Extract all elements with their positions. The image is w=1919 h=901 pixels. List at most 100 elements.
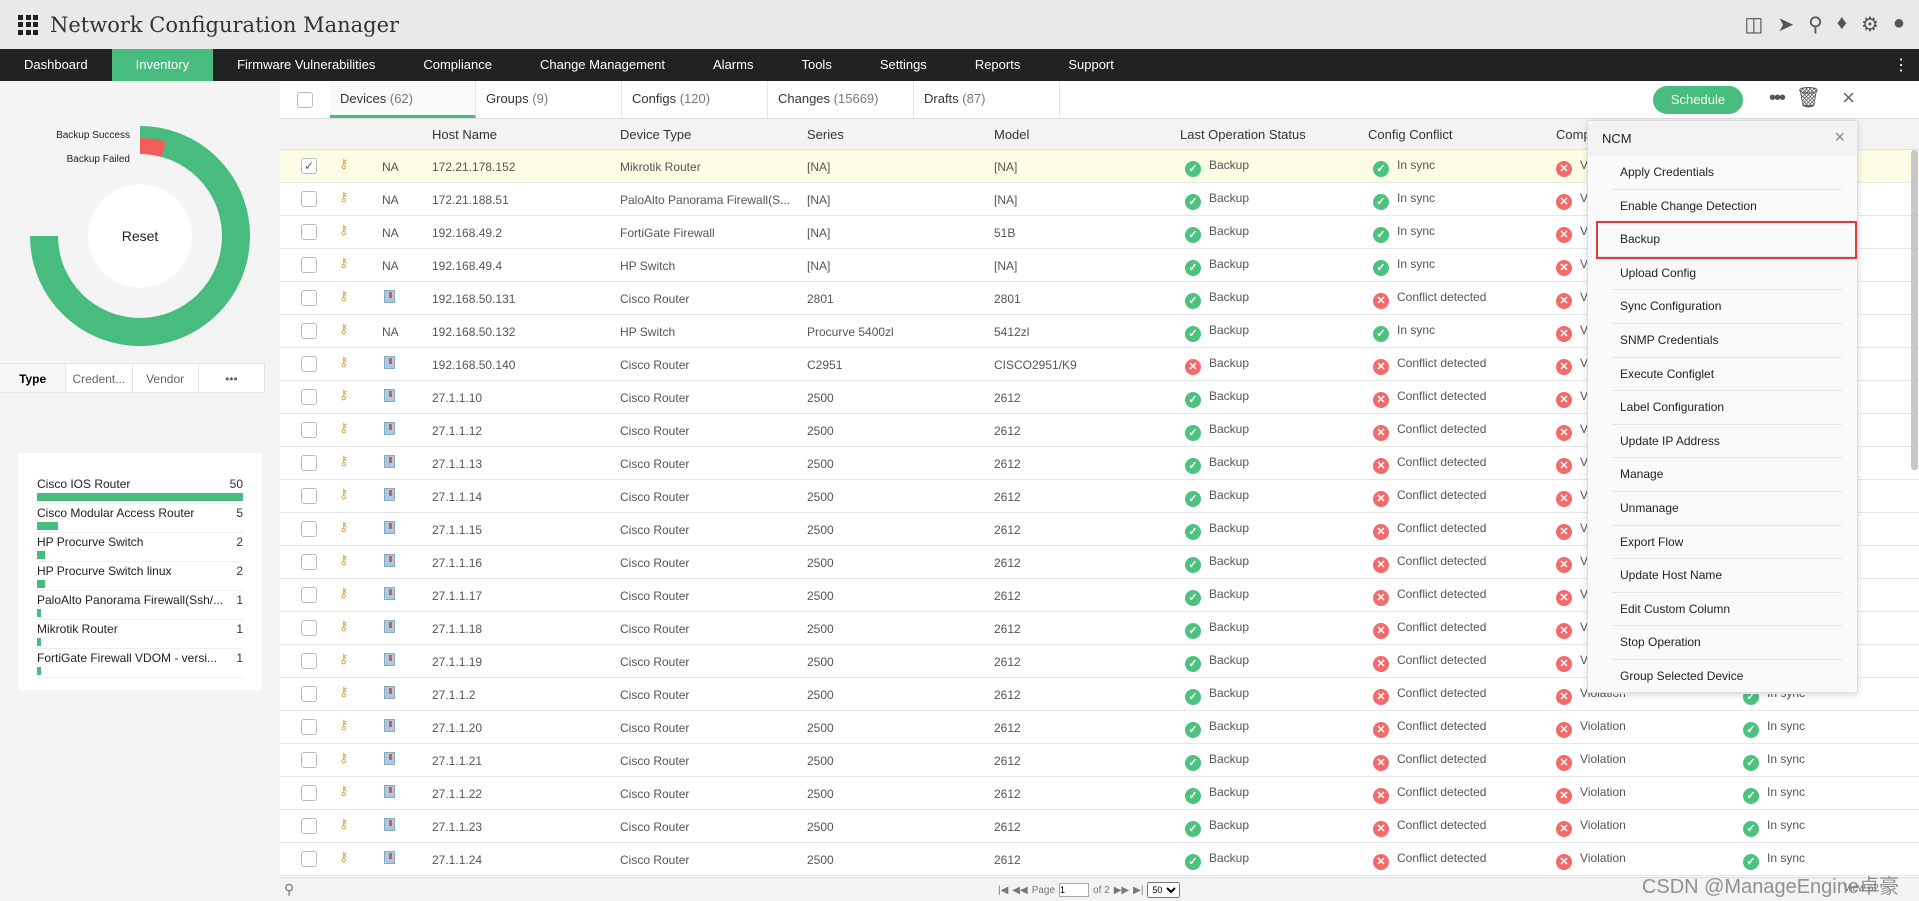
credential-key-icon[interactable]: ⚷ [339, 849, 349, 865]
schedule-button[interactable]: Schedule [1653, 86, 1743, 114]
nav-firmware-vulnerabilities[interactable]: Firmware Vulnerabilities [213, 49, 399, 81]
nav-tools[interactable]: Tools [777, 49, 855, 81]
table-row[interactable]: ⚷ 27.1.1.22 Cisco Router 2500 2612 ✓ Backup ✕ Co… [280, 777, 1919, 810]
menu-item-enable-change-detection[interactable]: Enable Change Detection [1612, 190, 1842, 224]
nav-change-management[interactable]: Change Management [516, 49, 689, 81]
menu-item-unmanage[interactable]: Unmanage [1612, 492, 1842, 526]
tab-groups[interactable]: Groups (9) [476, 81, 622, 118]
cell-host-name[interactable]: 27.1.1.23 [432, 820, 482, 834]
credential-key-icon[interactable]: ⚷ [339, 618, 349, 634]
credential-key-icon[interactable]: ⚷ [339, 387, 349, 403]
cell-host-name[interactable]: 27.1.1.24 [432, 853, 482, 867]
column-header[interactable]: Last Operation Status [1180, 127, 1306, 142]
credential-key-icon[interactable]: ⚷ [339, 156, 349, 172]
cell-host-name[interactable]: 27.1.1.14 [432, 490, 482, 504]
close-icon[interactable]: × [1842, 85, 1855, 111]
menu-item-label-configuration[interactable]: Label Configuration [1612, 391, 1842, 425]
row-checkbox[interactable] [301, 521, 317, 537]
nav-dashboard[interactable]: Dashboard [0, 49, 112, 81]
row-checkbox[interactable] [301, 752, 317, 768]
row-checkbox[interactable] [301, 620, 317, 636]
cell-host-name[interactable]: 27.1.1.20 [432, 721, 482, 735]
tab-configs[interactable]: Configs (120) [622, 81, 768, 118]
column-header[interactable]: Device Type [620, 127, 691, 142]
row-checkbox[interactable] [301, 191, 317, 207]
row-checkbox[interactable] [301, 587, 317, 603]
tab-drafts[interactable]: Drafts (87) [914, 81, 1060, 118]
cell-host-name[interactable]: 27.1.1.18 [432, 622, 482, 636]
cell-host-name[interactable]: 27.1.1.21 [432, 754, 482, 768]
menu-item-update-ip-address[interactable]: Update IP Address [1612, 425, 1842, 459]
nav-inventory[interactable]: Inventory [111, 49, 214, 81]
type-list-item[interactable]: FortiGate Firewall VDOM - versi... 1 [37, 649, 243, 678]
credential-key-icon[interactable]: ⚷ [339, 519, 349, 535]
next-page-button[interactable]: ▶▶ [1114, 885, 1129, 896]
rocket-icon[interactable]: ➤ [1777, 12, 1794, 37]
table-row[interactable]: ⚷ 27.1.1.21 Cisco Router 2500 2612 ✓ Backup ✕ Co… [280, 744, 1919, 777]
nav-alarms[interactable]: Alarms [689, 49, 777, 81]
cell-host-name[interactable]: 27.1.1.17 [432, 589, 482, 603]
credential-key-icon[interactable]: ⚷ [339, 222, 349, 238]
credential-key-icon[interactable]: ⚷ [339, 684, 349, 700]
more-actions-button[interactable]: ••• [1769, 87, 1786, 110]
row-checkbox[interactable]: ✓ [301, 158, 317, 174]
credential-key-icon[interactable]: ⚷ [339, 486, 349, 502]
table-row[interactable]: ⚷ 27.1.1.20 Cisco Router 2500 2612 ✓ Backup ✕ Co… [280, 711, 1919, 744]
menu-item-upload-config[interactable]: Upload Config [1612, 257, 1842, 291]
bell-icon[interactable]: ♦ [1837, 12, 1847, 37]
cell-host-name[interactable]: 172.21.188.51 [432, 193, 509, 207]
credential-key-icon[interactable]: ⚷ [339, 354, 349, 370]
column-header[interactable]: Host Name [432, 127, 497, 142]
credential-key-icon[interactable]: ⚷ [339, 816, 349, 832]
menu-close-icon[interactable]: × [1834, 127, 1845, 148]
credential-key-icon[interactable]: ⚷ [339, 189, 349, 205]
table-row[interactable]: ⚷ 27.1.1.23 Cisco Router 2500 2612 ✓ Backup ✕ Co… [280, 810, 1919, 843]
row-checkbox[interactable] [301, 389, 317, 405]
donut-segment-backup-failed[interactable] [140, 138, 166, 157]
last-page-button[interactable]: ▶| [1133, 885, 1143, 896]
app-grid-icon[interactable] [18, 14, 38, 35]
credential-key-icon[interactable]: ⚷ [339, 255, 349, 271]
credential-key-icon[interactable]: ⚷ [339, 552, 349, 568]
menu-item-execute-configlet[interactable]: Execute Configlet [1612, 358, 1842, 392]
column-header[interactable]: Series [807, 127, 844, 142]
row-checkbox[interactable] [301, 356, 317, 372]
presentation-icon[interactable]: ◫ [1744, 12, 1763, 37]
menu-item-stop-operation[interactable]: Stop Operation [1612, 626, 1842, 660]
credential-key-icon[interactable]: ⚷ [339, 717, 349, 733]
nav-compliance[interactable]: Compliance [399, 49, 516, 81]
row-checkbox[interactable] [301, 422, 317, 438]
cell-host-name[interactable]: 192.168.50.140 [432, 358, 515, 372]
row-checkbox[interactable] [301, 224, 317, 240]
user-avatar-icon[interactable]: ● [1893, 12, 1905, 37]
gear-icon[interactable]: ⚙ [1861, 12, 1879, 37]
type-list-item[interactable]: Mikrotik Router 1 [37, 620, 243, 649]
search-icon[interactable]: ⚲ [284, 881, 294, 898]
column-header[interactable]: Config Conflict [1368, 127, 1453, 142]
cell-host-name[interactable]: 27.1.1.12 [432, 424, 482, 438]
select-all-checkbox[interactable] [297, 91, 313, 108]
row-checkbox[interactable] [301, 785, 317, 801]
first-page-button[interactable]: |◀ [998, 885, 1008, 896]
credential-key-icon[interactable]: ⚷ [339, 420, 349, 436]
row-checkbox[interactable] [301, 686, 317, 702]
prev-page-button[interactable]: ◀◀ [1012, 885, 1027, 896]
cell-host-name[interactable]: 192.168.50.132 [432, 325, 515, 339]
cell-host-name[interactable]: 27.1.1.15 [432, 523, 482, 537]
credential-key-icon[interactable]: ⚷ [339, 651, 349, 667]
side-tab-3[interactable]: ••• [199, 364, 265, 392]
cell-host-name[interactable]: 192.168.50.131 [432, 292, 515, 306]
nav-support[interactable]: Support [1044, 49, 1138, 81]
row-checkbox[interactable] [301, 323, 317, 339]
cell-host-name[interactable]: 27.1.1.2 [432, 688, 475, 702]
tab-devices[interactable]: Devices (62) [330, 81, 476, 118]
row-checkbox[interactable] [301, 719, 317, 735]
row-checkbox[interactable] [301, 851, 317, 867]
credential-key-icon[interactable]: ⚷ [339, 453, 349, 469]
nav-reports[interactable]: Reports [951, 49, 1045, 81]
page-input[interactable] [1059, 883, 1090, 897]
type-list-item[interactable]: HP Procurve Switch 2 [37, 533, 243, 562]
cell-host-name[interactable]: 172.21.178.152 [432, 160, 515, 174]
menu-item-group-selected-device[interactable]: Group Selected Device [1612, 660, 1842, 694]
nav-settings[interactable]: Settings [856, 49, 951, 81]
